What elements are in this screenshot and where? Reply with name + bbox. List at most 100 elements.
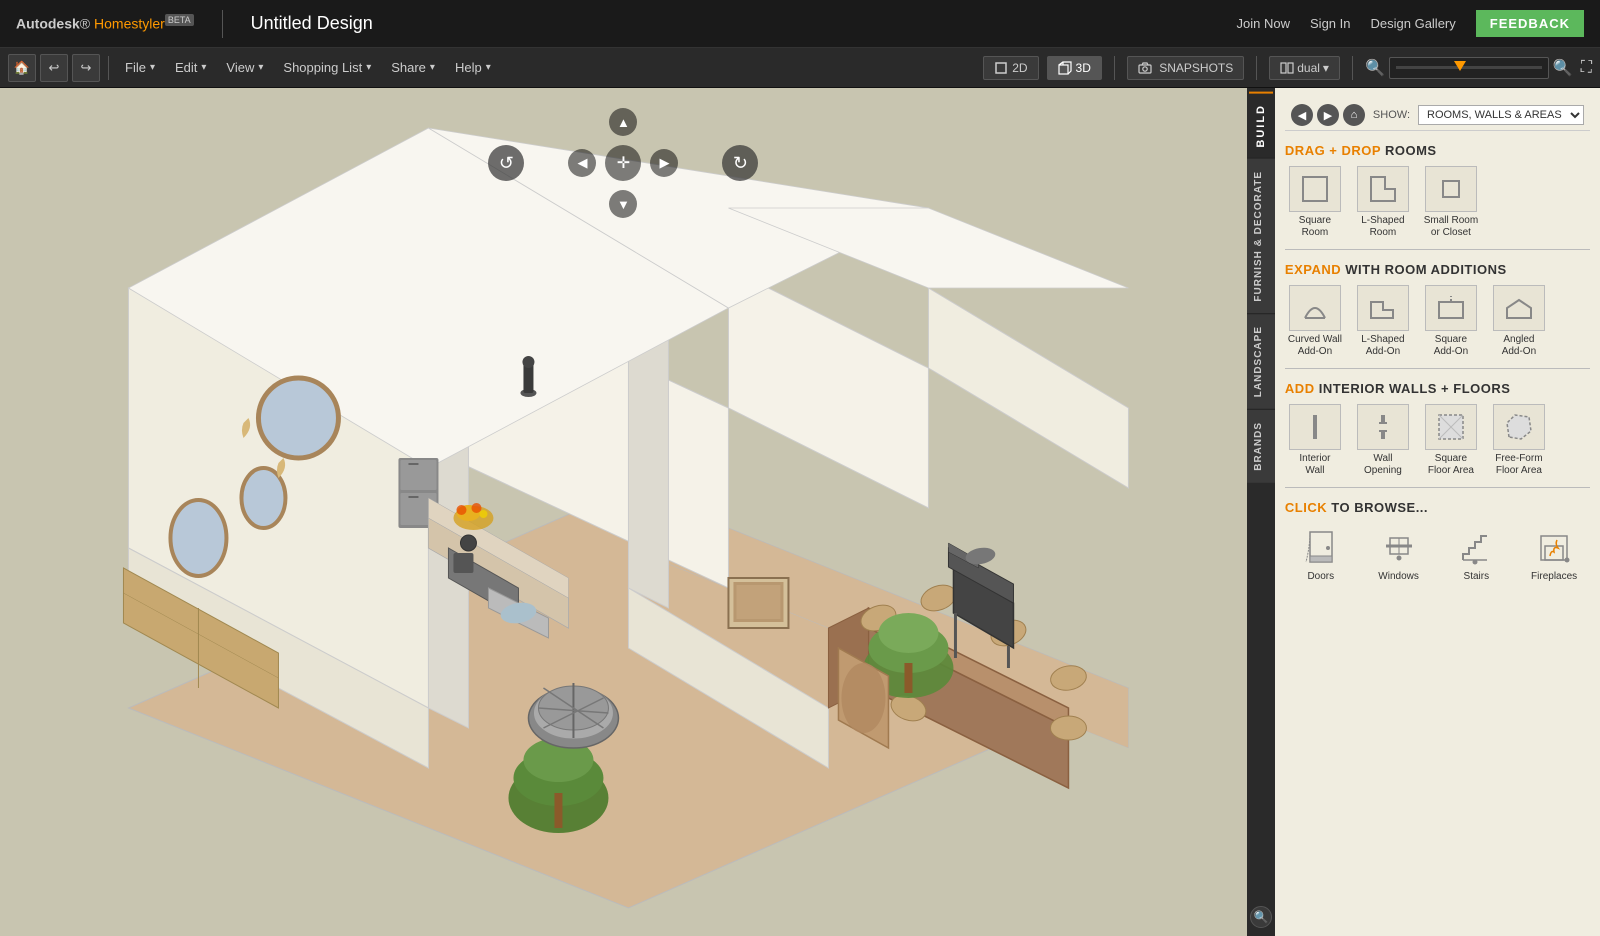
build-tab[interactable]: BUILD xyxy=(1249,92,1273,158)
snapshots-btn[interactable]: SNAPSHOTS xyxy=(1127,56,1244,80)
browse-title: CLICK TO BROWSE... xyxy=(1285,500,1590,515)
panel-search-btn[interactable]: 🔍 xyxy=(1250,906,1272,928)
logo-text: Autodesk® HomestylerBETA xyxy=(16,15,194,32)
undo-btn[interactable]: ↩ xyxy=(40,54,68,82)
interior-wall-svg xyxy=(1297,409,1333,445)
toolbar-sep-1 xyxy=(108,56,109,80)
windows-item[interactable]: Windows xyxy=(1363,523,1435,582)
panel-forward-btn[interactable]: ▶ xyxy=(1317,104,1339,126)
drag-drop-title: DRAG + DROP ROOMS xyxy=(1285,143,1590,158)
navigation-controls: ↺ ▲ ▼ ◀ ▶ ✛ ↻ xyxy=(528,108,718,218)
l-shaped-room-item[interactable]: L-ShapedRoom xyxy=(1353,166,1413,239)
fireplaces-svg xyxy=(1533,526,1575,568)
interior-wall-label: InteriorWall xyxy=(1299,453,1330,477)
square-addon-label: SquareAdd-On xyxy=(1434,334,1468,358)
divider-3 xyxy=(1285,487,1590,488)
rotate-right-btn[interactable]: ↻ xyxy=(722,145,758,181)
logo-area: Autodesk® HomestylerBETA Untitled Design xyxy=(16,10,373,38)
divider-2 xyxy=(1285,368,1590,369)
square-addon-icon xyxy=(1425,285,1477,331)
fireplaces-label: Fireplaces xyxy=(1531,571,1577,582)
angled-addon-item[interactable]: AngledAdd-On xyxy=(1489,285,1549,358)
square-floor-item[interactable]: SquareFloor Area xyxy=(1421,404,1481,477)
pan-right-btn[interactable]: ▶ xyxy=(650,149,678,177)
toolbar: 🏠 ↩ ↪ File ▾ Edit ▾ View ▾ Shopping List… xyxy=(0,48,1600,88)
pan-center-btn[interactable]: ✛ xyxy=(605,145,641,181)
small-room-svg xyxy=(1433,171,1469,207)
square-floor-label: SquareFloor Area xyxy=(1428,453,1474,477)
windows-svg xyxy=(1378,526,1420,568)
feedback-button[interactable]: FEEDBACK xyxy=(1476,10,1584,37)
landscape-tab[interactable]: LANDSCAPE xyxy=(1247,313,1275,409)
fullscreen-btn[interactable]: ⛶ xyxy=(1581,59,1592,77)
join-now-link[interactable]: Join Now xyxy=(1237,16,1290,31)
square-floor-svg xyxy=(1433,409,1469,445)
interior-wall-item[interactable]: InteriorWall xyxy=(1285,404,1345,477)
panel-back-btn[interactable]: ◀ xyxy=(1291,104,1313,126)
toolbar-sep-4 xyxy=(1352,56,1353,80)
l-shaped-room-icon xyxy=(1357,166,1409,212)
view-menu[interactable]: View ▾ xyxy=(218,56,271,79)
help-menu[interactable]: Help ▾ xyxy=(447,56,499,79)
top-bar: Autodesk® HomestylerBETA Untitled Design… xyxy=(0,0,1600,48)
brands-tab[interactable]: BRANDS xyxy=(1247,409,1275,483)
doors-svg xyxy=(1300,526,1342,568)
view-3d-btn[interactable]: 3D xyxy=(1047,56,1102,80)
walls-floors-grid: InteriorWall WallOpening xyxy=(1285,404,1590,477)
freeform-floor-item[interactable]: Free-FormFloor Area xyxy=(1489,404,1549,477)
share-menu[interactable]: Share ▾ xyxy=(383,56,443,79)
right-panel-wrapper: BUILD FURNISH & DECORATE LANDSCAPE BRAND… xyxy=(1247,88,1600,936)
canvas-area[interactable]: ↺ ▲ ▼ ◀ ▶ ✛ ↻ xyxy=(0,88,1247,936)
zoom-in-btn[interactable]: 🔍 xyxy=(1553,58,1573,78)
square-room-item[interactable]: SquareRoom xyxy=(1285,166,1345,239)
angled-addon-svg xyxy=(1501,290,1537,326)
small-room-item[interactable]: Small Roomor Closet xyxy=(1421,166,1481,239)
toolbar-right: 2D 3D SNAPSHOTS dual ▾ 🔍 🔍 ⛶ xyxy=(983,56,1592,80)
stairs-icon xyxy=(1452,523,1500,571)
curved-wall-label: Curved WallAdd-On xyxy=(1288,334,1342,358)
fireplaces-icon xyxy=(1530,523,1578,571)
rotate-left-btn[interactable]: ↺ xyxy=(488,145,524,181)
pan-left-btn[interactable]: ◀ xyxy=(568,149,596,177)
curved-wall-icon xyxy=(1289,285,1341,331)
doors-item[interactable]: Doors xyxy=(1285,523,1357,582)
zoom-thumb xyxy=(1454,61,1466,71)
panel-home-btn[interactable]: ⌂ xyxy=(1343,104,1365,126)
walls-floors-title: ADD INTERIOR WALLS + FLOORS xyxy=(1285,381,1590,396)
redo-btn[interactable]: ↪ xyxy=(72,54,100,82)
sign-in-link[interactable]: Sign In xyxy=(1310,16,1350,31)
fireplaces-item[interactable]: Fireplaces xyxy=(1518,523,1590,582)
nav-ring: ▲ ▼ ◀ ▶ ✛ xyxy=(568,108,678,218)
freeform-floor-icon xyxy=(1493,404,1545,450)
l-shaped-addon-item[interactable]: L-ShapedAdd-On xyxy=(1353,285,1413,358)
l-shaped-room-label: L-ShapedRoom xyxy=(1361,215,1404,239)
square-addon-item[interactable]: SquareAdd-On xyxy=(1421,285,1481,358)
wall-opening-label: WallOpening xyxy=(1364,453,1402,477)
dual-icon xyxy=(1280,62,1294,74)
design-gallery-link[interactable]: Design Gallery xyxy=(1371,16,1456,31)
toolbar-sep-3 xyxy=(1256,56,1257,80)
logo-divider xyxy=(222,10,223,38)
edit-menu[interactable]: Edit ▾ xyxy=(167,56,214,79)
view-2d-btn[interactable]: 2D xyxy=(983,56,1038,80)
furnish-tab[interactable]: FURNISH & DECORATE xyxy=(1247,158,1275,314)
home-icon-btn[interactable]: 🏠 xyxy=(8,54,36,82)
panel-content: ◀ ▶ ⌂ SHOW: ROOMS, WALLS & AREAS FLOOR P… xyxy=(1275,88,1600,936)
pan-down-btn[interactable]: ▼ xyxy=(609,190,637,218)
stairs-item[interactable]: Stairs xyxy=(1440,523,1512,582)
dual-view-btn[interactable]: dual ▾ xyxy=(1269,56,1340,80)
zoom-out-btn[interactable]: 🔍 xyxy=(1365,58,1385,78)
wall-opening-item[interactable]: WallOpening xyxy=(1353,404,1413,477)
file-menu[interactable]: File ▾ xyxy=(117,56,163,79)
beta-badge: BETA xyxy=(165,14,194,26)
curved-wall-item[interactable]: Curved WallAdd-On xyxy=(1285,285,1345,358)
windows-icon xyxy=(1375,523,1423,571)
doors-icon xyxy=(1297,523,1345,571)
pan-up-btn[interactable]: ▲ xyxy=(609,108,637,136)
shopping-list-menu[interactable]: Shopping List ▾ xyxy=(275,56,379,79)
wall-opening-svg xyxy=(1365,409,1401,445)
square-addon-svg xyxy=(1433,290,1469,326)
vertical-tabs: BUILD FURNISH & DECORATE LANDSCAPE BRAND… xyxy=(1247,88,1275,936)
zoom-slider[interactable] xyxy=(1389,57,1549,79)
show-select[interactable]: ROOMS, WALLS & AREAS FLOOR PLAN 3D VIEW xyxy=(1418,105,1584,125)
